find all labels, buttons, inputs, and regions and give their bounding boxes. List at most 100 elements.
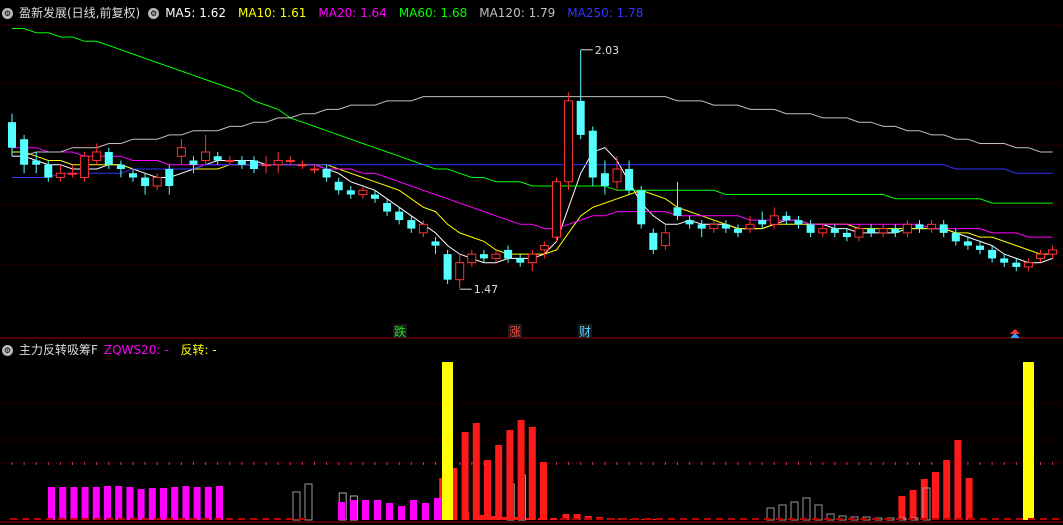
baseline-dash — [644, 518, 651, 520]
accumulation-bar — [517, 420, 525, 520]
sub-tick-mark — [35, 462, 37, 465]
candle-body — [346, 190, 355, 195]
candle-body — [891, 228, 900, 233]
zqws20-bar — [182, 486, 190, 520]
sub-tick-mark — [568, 462, 570, 465]
sub-tick-mark — [471, 462, 473, 465]
outline-bar — [790, 501, 799, 521]
outline-bar — [292, 491, 301, 521]
candle-body — [830, 228, 839, 233]
candle-body — [44, 164, 53, 178]
candle-body — [455, 262, 465, 281]
candle-body — [976, 245, 984, 250]
candle-body — [685, 220, 694, 225]
baseline-dash — [190, 518, 197, 520]
candle-body — [285, 159, 295, 162]
candle-body — [358, 189, 368, 196]
candle-body — [854, 228, 864, 238]
sub-tick-mark — [810, 462, 812, 465]
baseline-dash — [584, 518, 591, 520]
sub-tick-mark — [870, 462, 872, 465]
sub-tick-mark — [338, 462, 340, 465]
baseline-dash — [956, 518, 963, 520]
sub-tick-mark — [858, 462, 860, 465]
baseline-dash — [848, 518, 855, 520]
sub-tick-mark — [616, 462, 618, 465]
baseline-dash — [620, 518, 627, 520]
candle-body — [176, 147, 186, 157]
sub-tick-mark — [761, 462, 763, 465]
baseline-dash — [22, 518, 29, 520]
baseline-dash — [704, 518, 711, 520]
zqws20-bar — [104, 486, 111, 520]
zqws20-overlay-bar — [338, 502, 345, 520]
baseline-dash — [764, 518, 771, 520]
event-tag-rise: 涨 — [509, 324, 521, 339]
accumulation-bar-small — [462, 513, 469, 520]
event-tag-fall: 跌 — [394, 324, 406, 339]
sub-tick-mark — [386, 462, 388, 465]
baseline-dash — [656, 518, 663, 520]
baseline-dash — [118, 518, 125, 520]
candle-body — [806, 224, 815, 233]
candle-body — [588, 130, 597, 178]
zqws20-overlay-bar — [350, 500, 357, 520]
baseline-dash — [968, 518, 975, 520]
candle-body — [576, 100, 585, 135]
sub-tick-mark — [277, 462, 279, 465]
baseline-dash — [154, 518, 161, 520]
candle-body — [794, 220, 803, 225]
candle-body — [745, 223, 755, 230]
candle-body — [1000, 258, 1009, 263]
sub-tick-mark — [168, 462, 170, 465]
candle-body — [649, 232, 658, 250]
candle-body — [152, 177, 162, 187]
baseline-dash — [980, 518, 987, 520]
candle-body — [539, 245, 549, 251]
candle-body — [310, 168, 319, 171]
candle-body — [564, 100, 574, 183]
candle-body — [504, 249, 513, 259]
sub-tick-mark — [205, 462, 207, 465]
candle-body — [371, 194, 379, 199]
candle-body — [237, 160, 246, 165]
baseline-dash — [908, 518, 915, 520]
candle-body — [660, 232, 670, 247]
accumulation-bar-small — [478, 515, 485, 520]
baseline-dash — [1040, 518, 1047, 520]
candle-body — [116, 164, 125, 169]
candle-body — [92, 151, 102, 161]
accumulation-bar — [909, 490, 917, 520]
candle-body — [902, 223, 912, 234]
candle-body — [80, 155, 90, 179]
sub-tick-mark — [301, 462, 303, 465]
stock-chart[interactable]: 2.03 1.47 跌 涨 财 — [0, 0, 1063, 525]
sub-tick-mark — [725, 462, 727, 465]
candle-body — [758, 220, 767, 225]
baseline-dash — [10, 518, 17, 520]
zqws20-bar — [70, 487, 78, 520]
ma20-line — [12, 147, 1053, 238]
sub-tick-mark — [737, 462, 739, 465]
baseline-dash — [286, 518, 293, 520]
accumulation-bar — [965, 478, 973, 520]
baseline-dash — [58, 518, 65, 520]
zqws20-bar — [148, 488, 156, 520]
sub-tick-mark — [664, 462, 666, 465]
candle-body — [443, 254, 452, 280]
baseline-dash — [34, 518, 41, 520]
candle-body — [1023, 262, 1033, 268]
accumulation-bar-small — [526, 518, 533, 520]
accumulation-bar — [943, 460, 951, 520]
baseline-dash — [800, 518, 807, 520]
candle-body — [552, 181, 561, 238]
candle-body — [612, 168, 622, 183]
zqws20-overlay-bar — [410, 500, 417, 520]
zqws20-bar — [204, 487, 212, 520]
sub-tick-mark — [132, 462, 134, 465]
baseline-dash — [740, 518, 747, 520]
accumulation-bar — [528, 427, 536, 520]
sub-tick-mark — [894, 462, 896, 465]
baseline-dash — [166, 518, 173, 520]
sub-tick-mark — [701, 462, 703, 465]
